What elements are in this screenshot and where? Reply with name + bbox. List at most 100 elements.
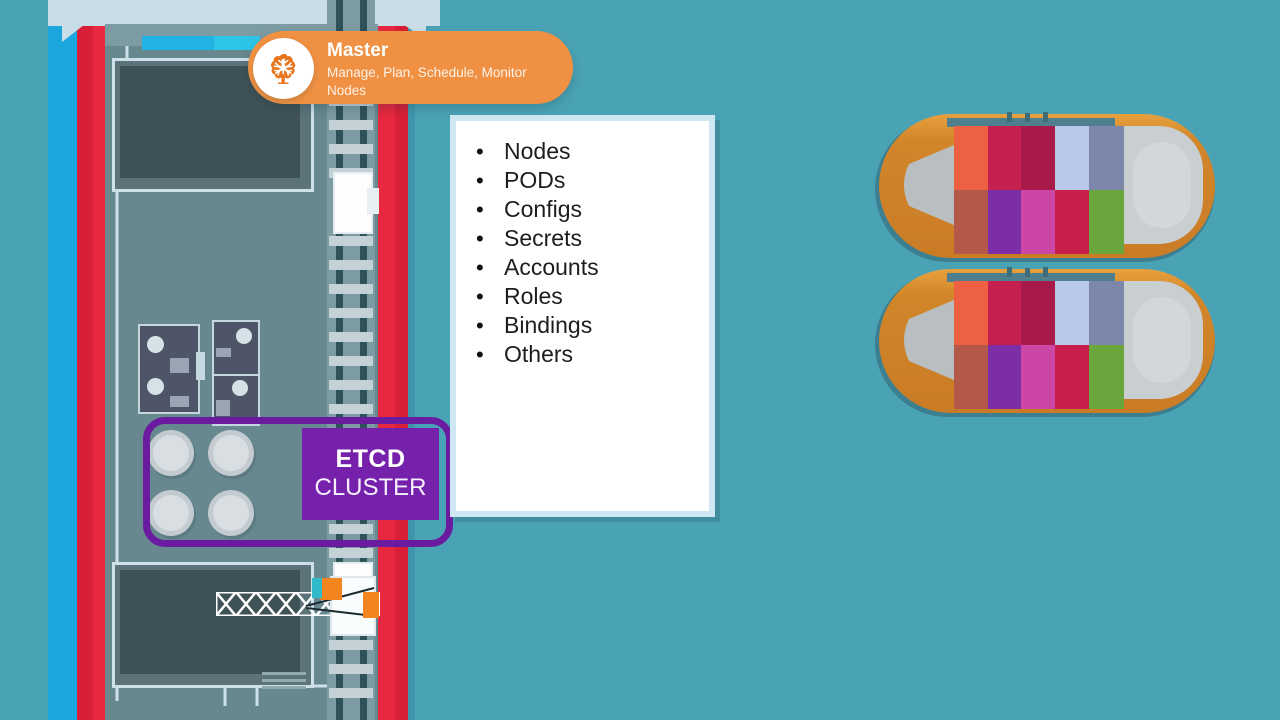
ship-container [1055, 345, 1089, 409]
ship-container [954, 126, 988, 190]
list-item-label: Nodes [504, 138, 571, 164]
etcd-cluster-label-box: ETCD CLUSTER [302, 428, 439, 520]
container-cyan-1 [312, 578, 322, 598]
ship-mast-3 [1043, 267, 1048, 277]
rail-tie [329, 308, 373, 318]
list-item: • Bindings [476, 314, 706, 337]
ship-container [988, 190, 1021, 254]
ship-container [1055, 281, 1089, 345]
bullet-icon: • [476, 255, 484, 280]
port-dock-illustration [0, 0, 440, 720]
list-item: • Secrets [476, 227, 706, 250]
list-item-label: Bindings [504, 312, 593, 338]
rail-tie [329, 688, 373, 698]
warehouse-roof-bottom [120, 570, 300, 674]
ship-container [1089, 126, 1124, 190]
water-left [0, 0, 48, 720]
etcd-subtitle: CLUSTER [314, 473, 427, 501]
bullet-icon: • [476, 226, 484, 251]
badge-subtitle: Manage, Plan, Schedule, Monitor Nodes [327, 65, 527, 98]
ship-container [954, 190, 988, 254]
facility-tank-a1 [147, 336, 164, 353]
rail-tie [329, 548, 373, 558]
brain-icon [253, 38, 314, 99]
rail-tie [329, 332, 373, 342]
bullet-icon: • [476, 197, 484, 222]
rail-tie [329, 356, 373, 366]
ship-container [1021, 190, 1055, 254]
badge-title: Master [327, 40, 389, 61]
slide-canvas: ETCD CLUSTER • Nodes • PODs • Configs • … [0, 0, 1280, 720]
rail-tie [329, 120, 373, 130]
ship-mast-1 [1007, 112, 1012, 122]
ship-container [954, 345, 988, 409]
ship-container [1089, 345, 1124, 409]
list-item: • PODs [476, 169, 706, 192]
list-item-label: PODs [504, 167, 566, 193]
ship-container [1021, 345, 1055, 409]
etcd-title: ETCD [335, 445, 406, 474]
facility-unit-a1 [170, 358, 189, 373]
bullet-icon: • [476, 139, 484, 164]
facility-tank-c1 [232, 380, 248, 396]
cargo-ship-bottom [875, 267, 1220, 422]
ship-container [1089, 281, 1124, 345]
rail-tie [329, 664, 373, 674]
bullet-icon: • [476, 342, 484, 367]
ship-stern-inner [1133, 142, 1191, 228]
ship-stern-inner [1133, 297, 1191, 383]
list-item-label: Roles [504, 283, 563, 309]
list-item: • Others [476, 343, 706, 366]
ship-container [1021, 126, 1055, 190]
list-item: • Accounts [476, 256, 706, 279]
ship-container [988, 345, 1021, 409]
facility-tank-b1 [236, 328, 252, 344]
list-item-label: Accounts [504, 254, 599, 280]
quay-stripe-red-right-highlight [378, 0, 395, 720]
brain-icon-glyph [270, 53, 295, 84]
pier-hatch-line [262, 686, 306, 689]
ship-mast-2 [1025, 268, 1030, 277]
list-item: • Configs [476, 198, 706, 221]
master-components-list: • Nodes • PODs • Configs • Secrets • Acc… [476, 140, 706, 372]
facility-unit-b1 [216, 348, 231, 357]
ship-container [988, 126, 1021, 190]
list-item-label: Secrets [504, 225, 582, 251]
bullet-icon: • [476, 168, 484, 193]
quay-stripe-red-left-highlight [93, 0, 105, 720]
facility-tank-a2 [147, 378, 164, 395]
quay-stripe-blue-left [48, 0, 77, 720]
pier-hatch-line [262, 679, 306, 682]
list-item: • Roles [476, 285, 706, 308]
ship-container [1055, 126, 1089, 190]
ship-mast-3 [1043, 112, 1048, 122]
rail-tie [329, 404, 373, 414]
ship-container [954, 281, 988, 345]
rail-tie [329, 236, 373, 246]
facility-block-a [138, 324, 200, 414]
container-orange-2 [363, 592, 379, 618]
ship-mast-2 [1025, 113, 1030, 122]
facility-unit-a2 [170, 396, 189, 407]
list-item-label: Configs [504, 196, 582, 222]
ship-container [1021, 281, 1055, 345]
rail-tie [329, 284, 373, 294]
facility-unit-c1 [216, 400, 230, 416]
bullet-icon: • [476, 313, 484, 338]
rail-tie [329, 144, 373, 154]
train-car-upper [333, 172, 379, 234]
list-item: • Nodes [476, 140, 706, 163]
list-item-label: Others [504, 341, 574, 367]
ship-container [988, 281, 1021, 345]
ship-container [1055, 190, 1089, 254]
facility-connector [196, 352, 205, 380]
rail-tie [329, 640, 373, 650]
container-orange-1 [320, 578, 342, 600]
cargo-ship-top [875, 112, 1220, 267]
ship-mast-1 [1007, 267, 1012, 277]
pier-hatch-line [262, 672, 306, 675]
rail-tie [329, 380, 373, 390]
quay-stripe-blue-right [408, 0, 415, 720]
bullet-icon: • [476, 284, 484, 309]
ship-container [1089, 190, 1124, 254]
